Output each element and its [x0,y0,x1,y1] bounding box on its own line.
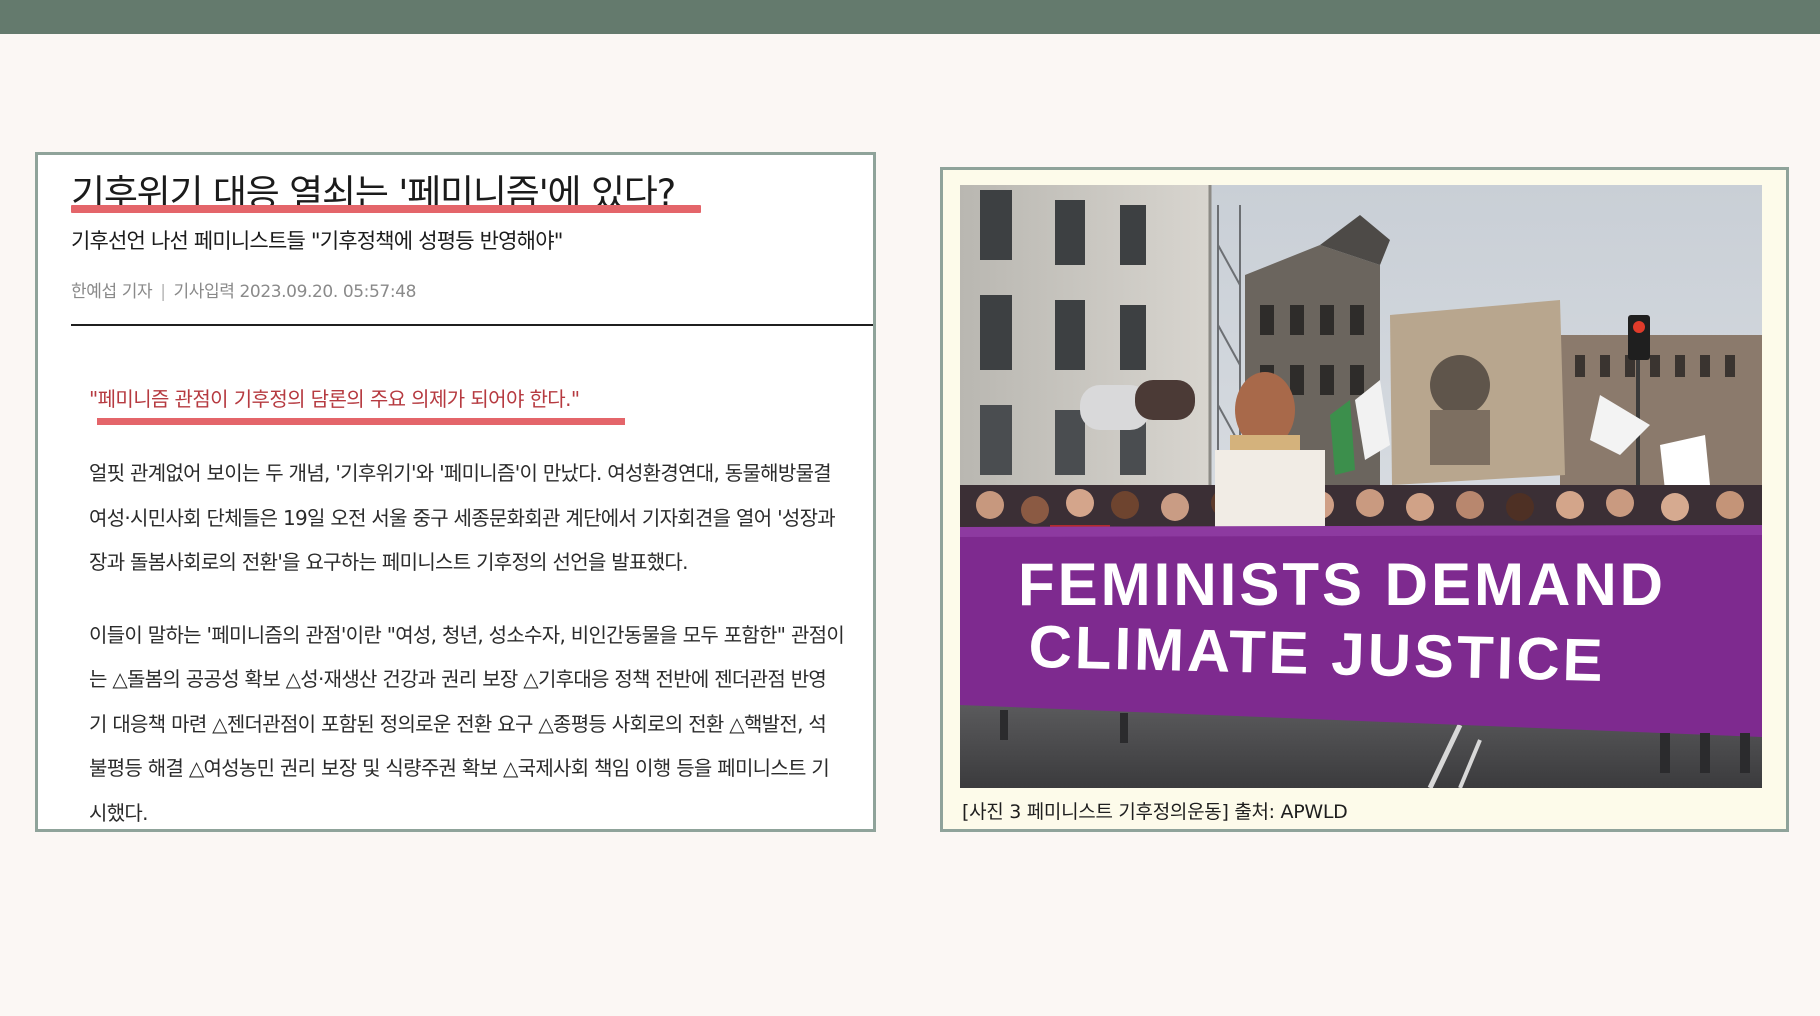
headline-highlight-underline [71,205,701,213]
article-subheadline: 기후선언 나선 페미니스트들 "기후정책에 성평등 반영해야" [71,229,563,253]
photo-card: FEMINISTS DEMAND CLIMATE JUSTICE [사진 3 페… [940,167,1789,832]
banner-text-line1: FEMINISTS DEMAND [1018,551,1666,618]
body-line: 시했다. [89,800,148,825]
article-body: 얼핏 관계없어 보이는 두 개념, '기후위기'와 '페미니즘'이 만났다. 여… [89,457,873,829]
pull-quote-highlight-underline [97,418,625,425]
body-line: 얼핏 관계없어 보이는 두 개념, '기후위기'와 '페미니즘'이 만났다. 여… [89,461,832,485]
body-line: 불평등 해결 △여성농민 권리 보장 및 식량주권 확보 △국제사회 책임 이행… [89,756,830,780]
article-divider [71,324,873,326]
article-screenshot: 기후위기 대응 열쇠는 '페미니즘'에 있다? 기후선언 나선 페미니스트들 "… [35,152,876,832]
byline-separator: | [160,282,166,302]
photo-caption: [사진 3 페미니스트 기후정의운동] 출처: APWLD [962,801,1348,823]
body-line: 장과 돌봄사회로의 전환'을 요구하는 페미니스트 기후정의 선언을 발표했다. [89,550,688,574]
body-line: 는 △돌봄의 공공성 확보 △성·재생산 건강과 권리 보장 △기후대응 정책 … [89,667,827,691]
rear-painted-banner [1390,300,1565,485]
byline-author: 한예섭 기자 [71,282,153,302]
body-line: 여성·시민사회 단체들은 19일 오전 서울 중구 세종문화회관 계단에서 기자… [89,505,836,530]
pull-quote: "페미니즘 관점이 기후정의 담론의 주요 의제가 되어야 한다." [89,387,580,411]
protest-photo: FEMINISTS DEMAND CLIMATE JUSTICE [960,185,1762,788]
top-accent-bar [0,0,1820,34]
right-buildings [1560,335,1762,485]
banner-text-line2: CLIMATE JUSTICE [1028,613,1607,694]
body-line: 기 대응책 마련 △젠더관점이 포함된 정의로운 전환 요구 △종평등 사회로의… [89,711,827,736]
byline-published: 기사입력 2023.09.20. 05:57:48 [173,282,417,302]
body-line: 이들이 말하는 '페미니즘의 관점'이란 "여성, 청년, 성소수자, 비인간동… [89,622,845,647]
article-byline: 한예섭 기자 | 기사입력 2023.09.20. 05:57:48 [71,277,416,302]
purple-banner: FEMINISTS DEMAND CLIMATE JUSTICE [960,525,1762,737]
